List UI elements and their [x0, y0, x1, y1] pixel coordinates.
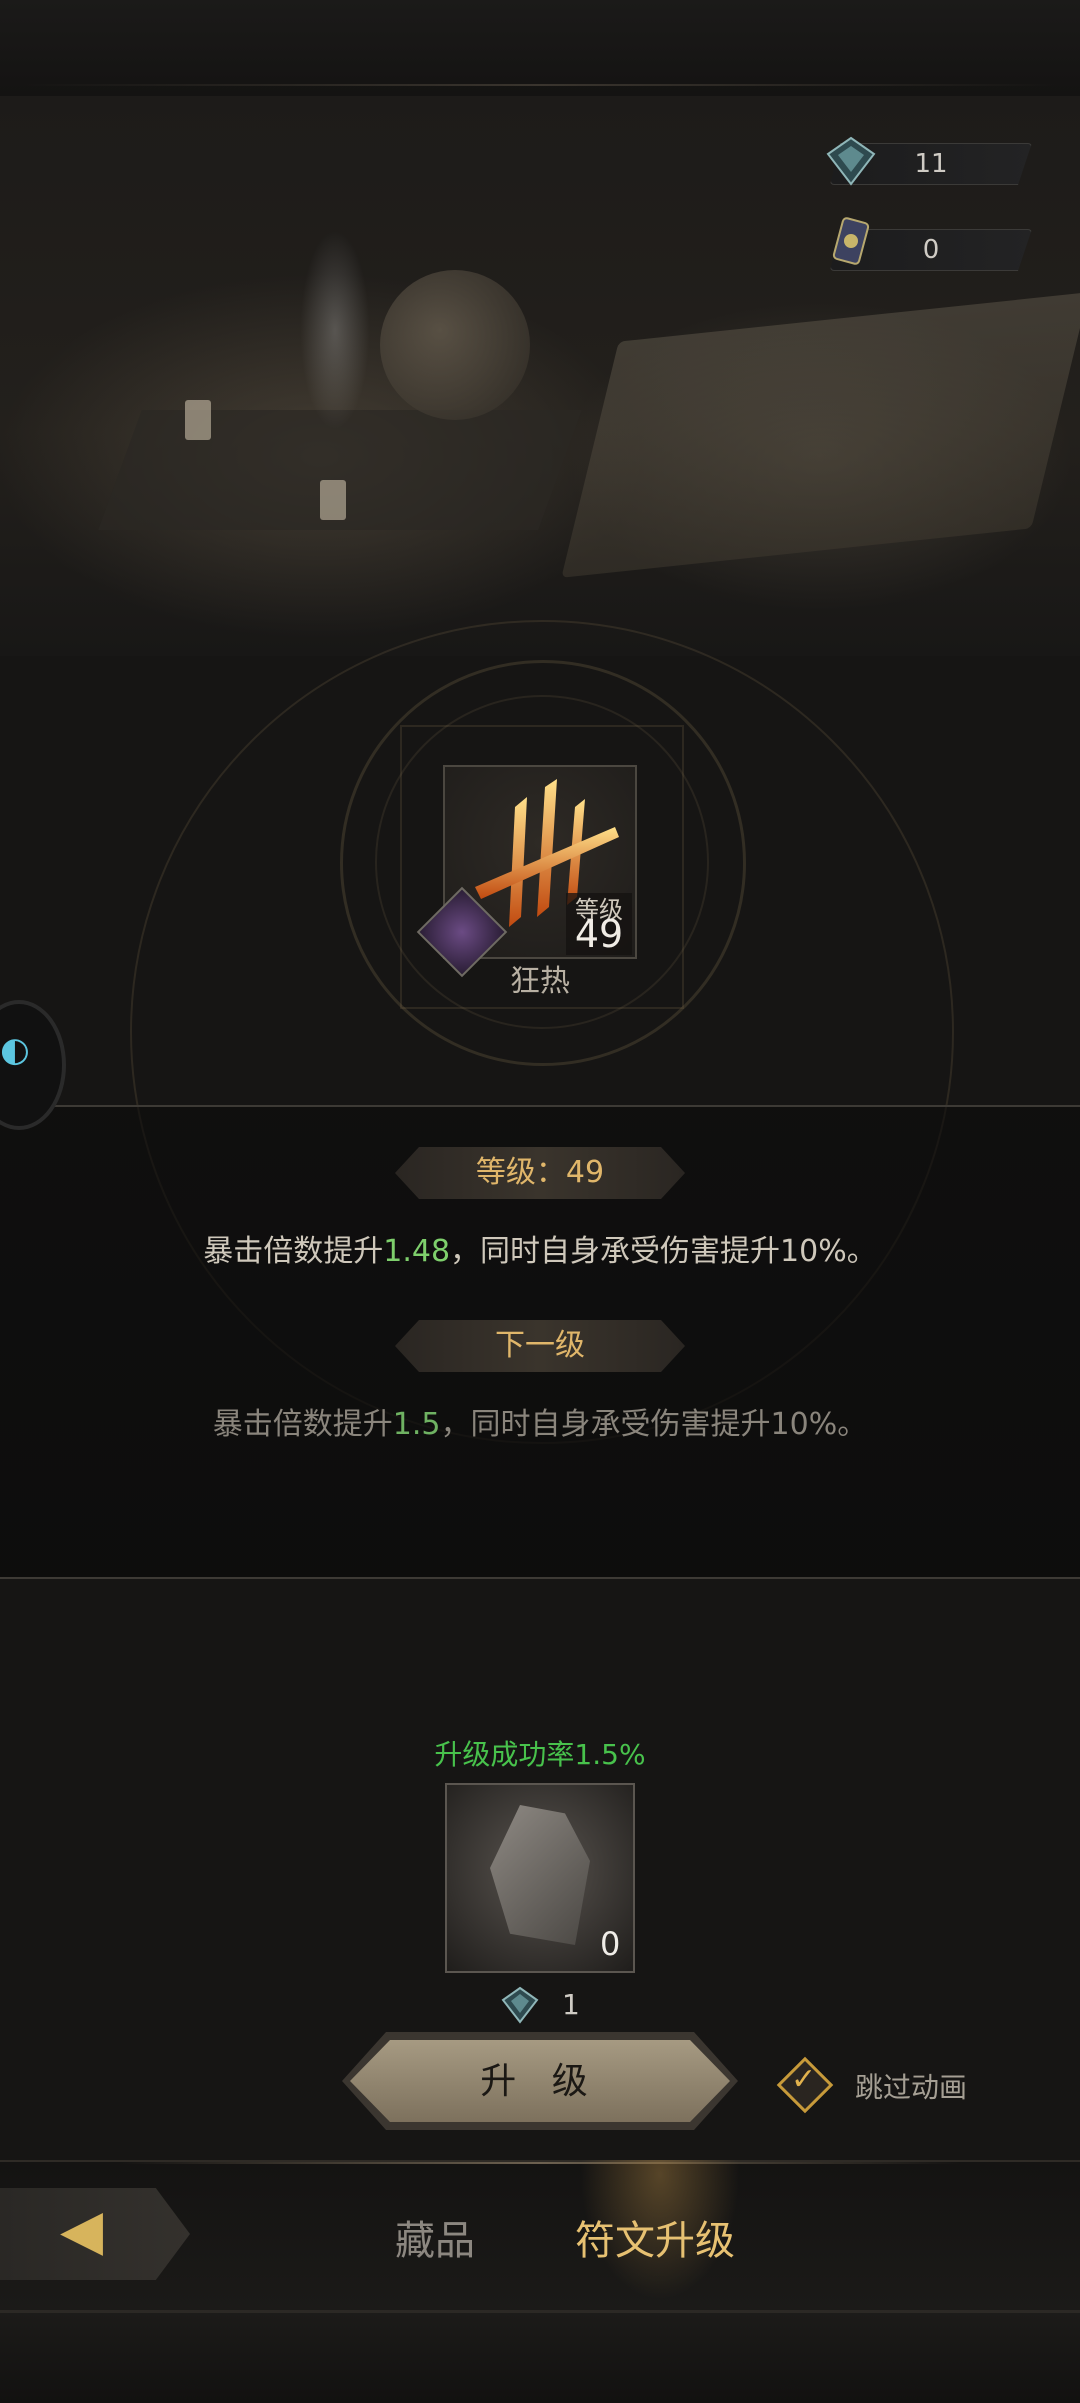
cost-value: 1 — [562, 1988, 580, 2021]
scene-candle — [185, 400, 211, 440]
effect-value: 1.5 — [392, 1407, 441, 1442]
nav-divider — [120, 2162, 960, 2164]
scene-smoke — [300, 230, 370, 430]
rune-crystal-icon — [826, 136, 876, 186]
back-arrow-icon: ◀ — [60, 2198, 104, 2263]
effect-prefix: 暴击倍数提升 — [212, 1407, 393, 1442]
item-name: 狂热 — [510, 964, 570, 999]
tab-rune-upgrade[interactable]: 符文升级 — [575, 2208, 735, 2266]
scene-globe — [380, 270, 530, 420]
next-effect-text: 暴击倍数提升1.5，同时自身承受伤害提升10%。 — [0, 1399, 1080, 1443]
effect-suffix: ，同时自身承受伤害提升10%。 — [440, 1407, 868, 1442]
bottom-ornament — [0, 2310, 1080, 2403]
floating-assistant-logo: ◐ — [0, 1030, 30, 1070]
current-effect-text: 暴击倍数提升1.48，同时自身承受伤害提升10%。 — [0, 1226, 1080, 1270]
effect-prefix: 暴击倍数提升 — [203, 1234, 384, 1269]
check-icon: ✓ — [791, 2062, 817, 2097]
material-count: 0 — [600, 1925, 621, 1963]
scene-candle — [320, 480, 346, 520]
top-ornament — [0, 0, 1080, 99]
next-level-pill: 下一级 — [395, 1320, 685, 1372]
upgrade-button[interactable]: 升 级 — [350, 2040, 730, 2122]
current-level-pill: 等级：49 — [395, 1147, 685, 1199]
effect-value: 1.48 — [383, 1234, 451, 1269]
effect-suffix: ，同时自身承受伤害提升10%。 — [450, 1234, 877, 1269]
rune-crystal-icon — [501, 1986, 539, 2024]
success-rate-text: 升级成功率1.5% — [434, 1738, 646, 1771]
skip-animation-label[interactable]: 跳过动画 — [855, 2066, 967, 2106]
rune-scroll-icon — [832, 217, 870, 265]
tab-collection[interactable]: 藏品 — [395, 2208, 475, 2266]
item-level-value: 49 — [574, 912, 624, 956]
